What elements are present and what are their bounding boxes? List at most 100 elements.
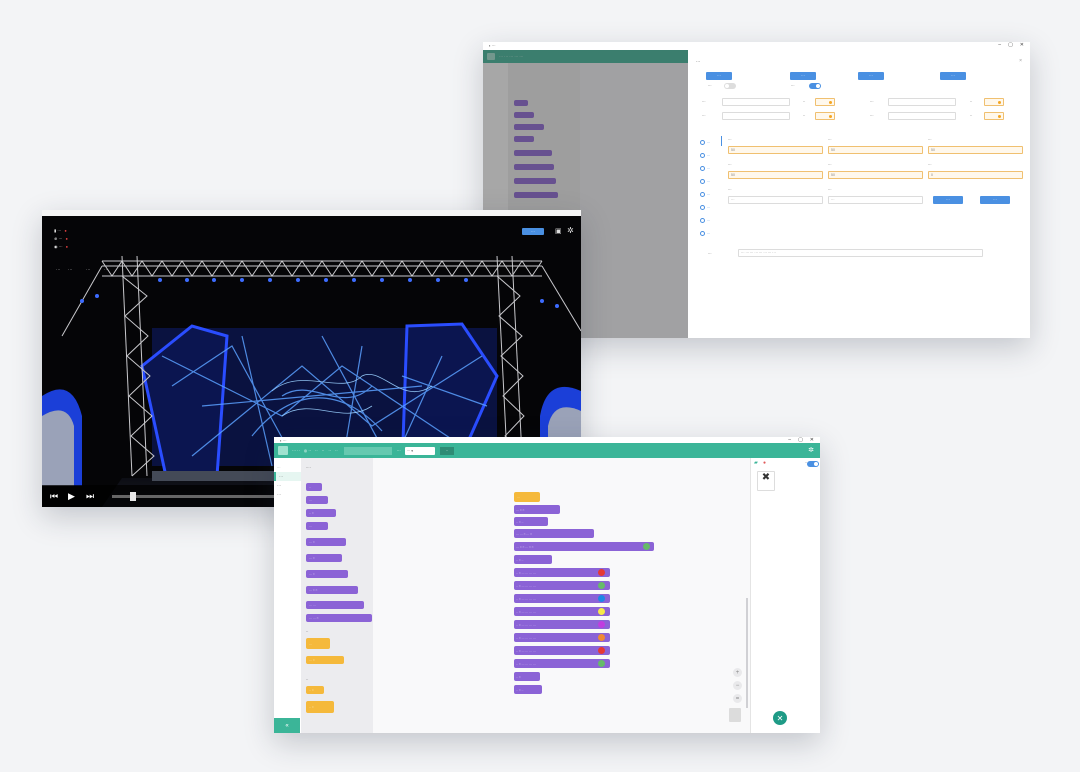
- field-action-1[interactable]: ···: [933, 196, 963, 204]
- close-icon[interactable]: ×: [1019, 58, 1022, 64]
- radio-item-2[interactable]: ···: [700, 153, 710, 158]
- category-3[interactable]: ···: [274, 490, 301, 499]
- category-1[interactable]: ···: [274, 472, 301, 481]
- row1-small-d[interactable]: [984, 98, 1004, 106]
- row2-input[interactable]: [722, 112, 790, 120]
- menu-file[interactable]: ◎ ··: [304, 448, 311, 453]
- code-block-4[interactable]: ··· ○ ○ ··· ○ ○: [514, 542, 654, 551]
- field-1[interactable]: 50: [728, 146, 823, 154]
- window-controls[interactable]: – ▢ ✕: [998, 42, 1024, 48]
- workspace-canvas[interactable]: ··· ··· ○ ○ ·· ○ ·· ··· ··· ○ ··· ○ ··· …: [373, 458, 750, 733]
- code-block-2[interactable]: ·· ○ ··: [514, 517, 548, 526]
- led-color-swatch-red[interactable]: [598, 569, 605, 576]
- video-action-button[interactable]: ···: [522, 228, 544, 235]
- palette-block-11[interactable]: ···: [306, 638, 330, 649]
- led-block-1[interactable]: ·· ○ ··· ··· ··· ···: [514, 568, 610, 577]
- radio-item-6[interactable]: ···: [700, 205, 710, 210]
- led-block-2[interactable]: ·· ○ ··· ··· ··· ···: [514, 581, 610, 590]
- palette-block-6[interactable]: ··· ○: [306, 554, 342, 562]
- palette-block-2[interactable]: ···: [306, 496, 328, 504]
- field-2[interactable]: 50: [828, 146, 923, 154]
- code-block-end-2[interactable]: ·· ○ ··: [514, 685, 542, 694]
- zoom-reset-icon[interactable]: =: [733, 694, 742, 703]
- workspace-scrollbar[interactable]: [746, 598, 748, 708]
- folder-icon[interactable]: ▰: [754, 460, 758, 466]
- action-button-2[interactable]: ···: [790, 72, 816, 80]
- palette-block-5[interactable]: ··· ○: [306, 538, 346, 546]
- led-color-swatch-magenta[interactable]: [598, 621, 605, 628]
- palette-block-10[interactable]: ··· ··· ○: [306, 614, 372, 622]
- prev-icon[interactable]: ⏮: [50, 491, 58, 502]
- connect-button[interactable]: ··: [439, 446, 454, 455]
- led-color-swatch-blue[interactable]: [598, 595, 605, 602]
- gear-icon[interactable]: ✲: [567, 226, 574, 235]
- led-color-swatch-green[interactable]: [598, 582, 605, 589]
- field-6[interactable]: 0: [928, 171, 1023, 179]
- palette-block-9[interactable]: ··· ···: [306, 601, 364, 609]
- menu-tool[interactable]: ··: [328, 448, 331, 453]
- device-toggle[interactable]: [807, 461, 819, 467]
- action-button-4[interactable]: ···: [940, 72, 966, 80]
- field-4[interactable]: 50: [728, 171, 823, 179]
- radio-item-1[interactable]: ···: [700, 140, 710, 145]
- row2-small[interactable]: [815, 112, 835, 120]
- action-button-1[interactable]: ···: [706, 72, 732, 80]
- radio-item-5[interactable]: ···: [700, 192, 710, 197]
- row1-input[interactable]: [722, 98, 790, 106]
- row2-small-d[interactable]: [984, 112, 1004, 120]
- toggle-a[interactable]: [724, 83, 736, 89]
- radio-item-8[interactable]: ···: [700, 231, 710, 236]
- row1-input-c[interactable]: [888, 98, 956, 106]
- menu-view[interactable]: ··: [322, 448, 325, 453]
- led-color-swatch-yellow[interactable]: [598, 608, 605, 615]
- record-icon[interactable]: ●: [763, 460, 766, 466]
- led-block-5[interactable]: ·· ○ ··· ··· ··· ···: [514, 620, 610, 629]
- led-block-4[interactable]: ·· ○ ··· ··· ··· ···: [514, 607, 610, 616]
- led-block-7[interactable]: ·· ○ ··· ··· ··· ···: [514, 646, 610, 655]
- radio-item-3[interactable]: ···: [700, 166, 710, 171]
- zoom-in-icon[interactable]: +: [733, 668, 742, 677]
- palette-block-12[interactable]: ··· ○: [306, 656, 344, 664]
- device-select[interactable]: ··· ▾: [404, 446, 435, 455]
- field-8[interactable]: ···: [828, 196, 923, 204]
- row1-small[interactable]: [815, 98, 835, 106]
- code-block-end-1[interactable]: ·· ○: [514, 672, 540, 681]
- video-progress-thumb[interactable]: [130, 492, 137, 501]
- palette-block-4[interactable]: ···: [306, 522, 328, 530]
- led-block-8[interactable]: ·· ○ ··· ··· ··· ···: [514, 659, 610, 668]
- camera-icon[interactable]: ▣: [555, 227, 562, 235]
- field-7[interactable]: ···: [728, 196, 823, 204]
- palette-block-13[interactable]: ·· ○: [306, 686, 324, 694]
- toggle-b[interactable]: [809, 83, 821, 89]
- palette-block-8[interactable]: ··· ○ ○: [306, 586, 358, 594]
- led-block-6[interactable]: ·· ○ ··· ··· ··· ···: [514, 633, 610, 642]
- menu-help[interactable]: ··: [335, 448, 338, 453]
- radio-item-7[interactable]: ···: [700, 218, 710, 223]
- led-color-swatch-green-2[interactable]: [598, 660, 605, 667]
- led-block-3[interactable]: ·· ○ ··· ··· ··· ···: [514, 594, 610, 603]
- radio-item-4[interactable]: ···: [700, 179, 710, 184]
- close-panel-icon[interactable]: ✕: [773, 711, 787, 725]
- field-5[interactable]: 50: [828, 171, 923, 179]
- trash-icon[interactable]: [729, 708, 741, 722]
- field-action-2[interactable]: ···: [980, 196, 1010, 204]
- bottom-row-input[interactable]: ··· ··· ··· ··· ··· ··· ··· ···: [738, 249, 983, 257]
- project-name-field[interactable]: [343, 446, 392, 455]
- code-block-3[interactable]: ··· ··· ○ ··· ○: [514, 529, 594, 538]
- code-block-5[interactable]: ·· ○ ··: [514, 555, 552, 564]
- next-icon[interactable]: ⏭: [86, 491, 94, 502]
- palette-block-3[interactable]: ·· ○: [306, 509, 336, 517]
- start-hat-block[interactable]: ···: [514, 492, 540, 502]
- device-thumbnail[interactable]: ✖: [757, 471, 775, 491]
- collapse-sidebar-icon[interactable]: «: [274, 718, 300, 733]
- palette-block-7[interactable]: ··· ○: [306, 570, 348, 578]
- field-3[interactable]: 50: [928, 146, 1023, 154]
- palette-block-1[interactable]: ··: [306, 483, 322, 491]
- zoom-out-icon[interactable]: −: [733, 681, 742, 690]
- play-icon[interactable]: ▶: [68, 491, 75, 502]
- palette-block-14[interactable]: ·· ○: [306, 701, 334, 713]
- row2-input-c[interactable]: [888, 112, 956, 120]
- color-swatch-top[interactable]: [643, 543, 650, 550]
- code-block-1[interactable]: ··· ○ ○: [514, 505, 560, 514]
- led-color-swatch-orange[interactable]: [598, 634, 605, 641]
